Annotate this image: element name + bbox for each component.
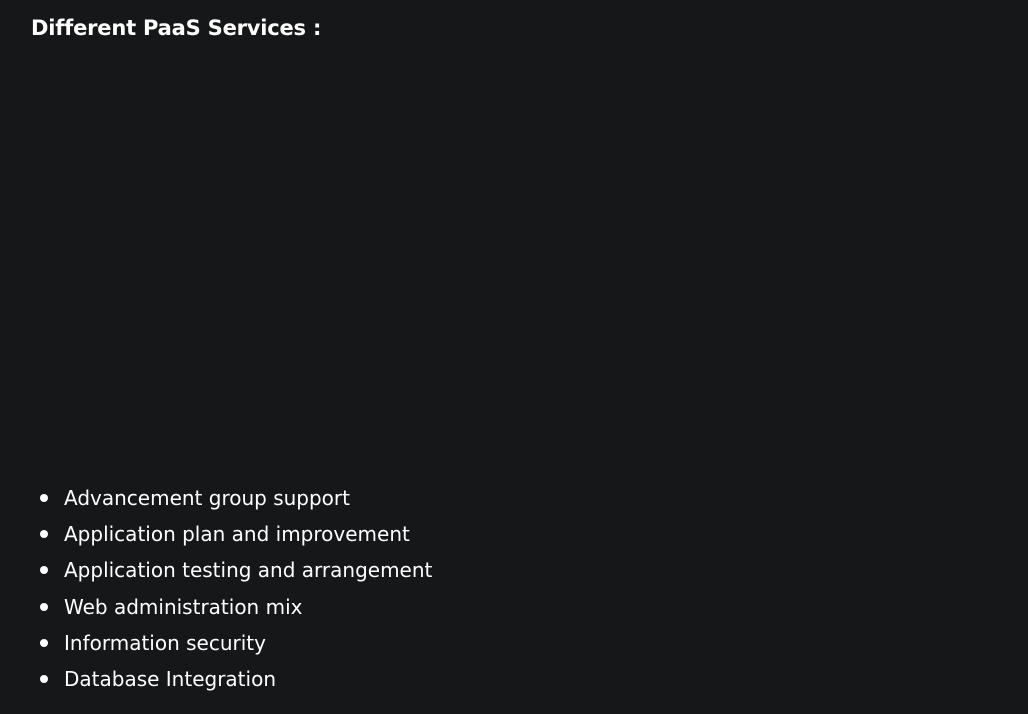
list-item-label: Web administration mix: [64, 594, 303, 619]
list-item: Web administration mix: [0, 589, 432, 625]
list-item-label: Advancement group support: [64, 486, 350, 510]
list-item: Advancement group support: [0, 480, 432, 516]
list-item: Application plan and improvement: [0, 516, 432, 552]
list-item: Database Integration: [0, 661, 432, 697]
list-item: Information security: [0, 625, 432, 661]
list-item-label: Application testing and arrangement: [64, 558, 433, 583]
bullet-icon: [40, 566, 48, 575]
list-item: Application testing and arrangement: [0, 552, 432, 588]
bullet-icon: [40, 602, 48, 611]
paas-services-list: Advancement group support Application pl…: [0, 480, 432, 697]
list-item-label: Application plan and improvement: [64, 522, 410, 547]
list-item-label: Database Integration: [64, 666, 276, 691]
content-image-placeholder: [31, 58, 991, 463]
bullet-icon: [40, 638, 48, 647]
bullet-icon: [40, 494, 48, 502]
section-heading: Different PaaS Services :: [31, 16, 322, 40]
bullet-icon: [40, 530, 48, 539]
list-item-label: Information security: [64, 630, 266, 655]
bullet-icon: [40, 674, 48, 683]
